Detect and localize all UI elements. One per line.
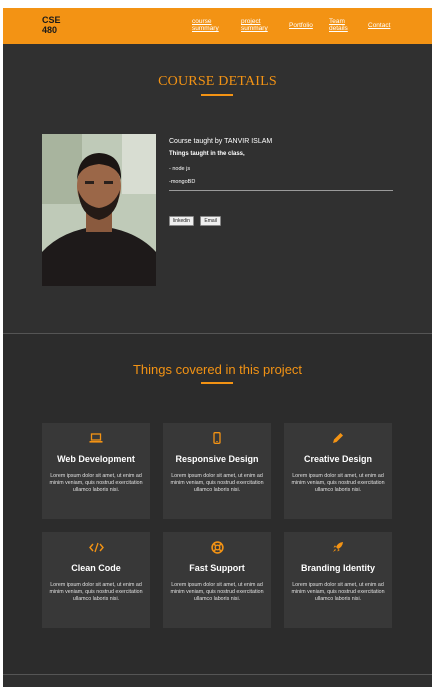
service-card-branding-identity[interactable]: Branding Identity Lorem ipsum dolor sit … xyxy=(284,532,392,628)
title-underline xyxy=(201,382,233,384)
contact-buttons: linkedin Email xyxy=(169,209,223,227)
mobile-icon xyxy=(163,431,271,445)
taught-item: - node js xyxy=(169,166,191,172)
nav-link-team-details[interactable]: Team details xyxy=(329,18,355,32)
service-card-clean-code[interactable]: Clean Code Lorem ipsum dolor sit amet, u… xyxy=(42,532,150,628)
service-description: Lorem ipsum dolor sit amet, ut enim ad m… xyxy=(170,582,264,603)
service-description: Lorem ipsum dolor sit amet, ut enim ad m… xyxy=(291,473,385,494)
service-card-creative-design[interactable]: Creative Design Lorem ipsum dolor sit am… xyxy=(284,423,392,519)
service-title: Branding Identity xyxy=(301,563,375,573)
pencil-icon xyxy=(284,431,392,445)
service-card-web-development[interactable]: Web Development Lorem ipsum dolor sit am… xyxy=(42,423,150,519)
service-description: Lorem ipsum dolor sit amet, ut enim ad m… xyxy=(170,473,264,494)
life-ring-icon xyxy=(163,540,271,554)
services-title: Things covered in this project xyxy=(132,362,303,377)
nav-link-contact[interactable]: Contact xyxy=(368,22,390,29)
rocket-icon xyxy=(284,540,392,554)
service-title: Responsive Design xyxy=(175,454,259,464)
service-title: Web Development xyxy=(57,454,135,464)
things-taught-label: Things taught in the class, xyxy=(169,151,245,157)
nav-link-portfolio[interactable]: Portfolio xyxy=(289,22,313,29)
nav-link-course-summary[interactable]: course summary xyxy=(192,18,232,32)
taught-item: -mongoBD xyxy=(169,179,196,185)
service-card-responsive-design[interactable]: Responsive Design Lorem ipsum dolor sit … xyxy=(163,423,271,519)
service-title: Clean Code xyxy=(71,563,121,573)
course-details-section: COURSE DETAILS Course taught by TANVIR I… xyxy=(3,44,432,333)
nav-link-project-summary[interactable]: project summary xyxy=(241,18,281,32)
service-description: Lorem ipsum dolor sit amet, ut enim ad m… xyxy=(49,582,143,603)
service-description: Lorem ipsum dolor sit amet, ut enim ad m… xyxy=(291,582,385,603)
linkedin-button[interactable]: linkedin xyxy=(169,216,194,226)
instructor-photo xyxy=(42,134,156,286)
page-frame: CSE 480 course summary project summary P… xyxy=(3,8,432,687)
services-section: Things covered in this project Web Devel… xyxy=(3,334,432,674)
title-underline xyxy=(201,94,233,96)
service-title: Fast Support xyxy=(189,563,245,573)
code-icon xyxy=(42,540,150,554)
service-description: Lorem ipsum dolor sit amet, ut enim ad m… xyxy=(49,473,143,494)
course-taught-by: Course taught by TANVIR ISLAM xyxy=(169,138,273,145)
service-card-fast-support[interactable]: Fast Support Lorem ipsum dolor sit amet,… xyxy=(163,532,271,628)
navbar: CSE 480 course summary project summary P… xyxy=(3,8,432,44)
laptop-icon xyxy=(42,431,150,445)
info-divider xyxy=(169,190,393,191)
email-button[interactable]: Email xyxy=(200,216,221,226)
site-logo[interactable]: CSE 480 xyxy=(42,15,70,35)
instructor-info: Course taught by TANVIR ISLAM Things tau… xyxy=(169,138,393,191)
course-details-title: COURSE DETAILS xyxy=(158,74,277,89)
service-title: Creative Design xyxy=(303,454,373,464)
footer-divider xyxy=(3,674,432,675)
